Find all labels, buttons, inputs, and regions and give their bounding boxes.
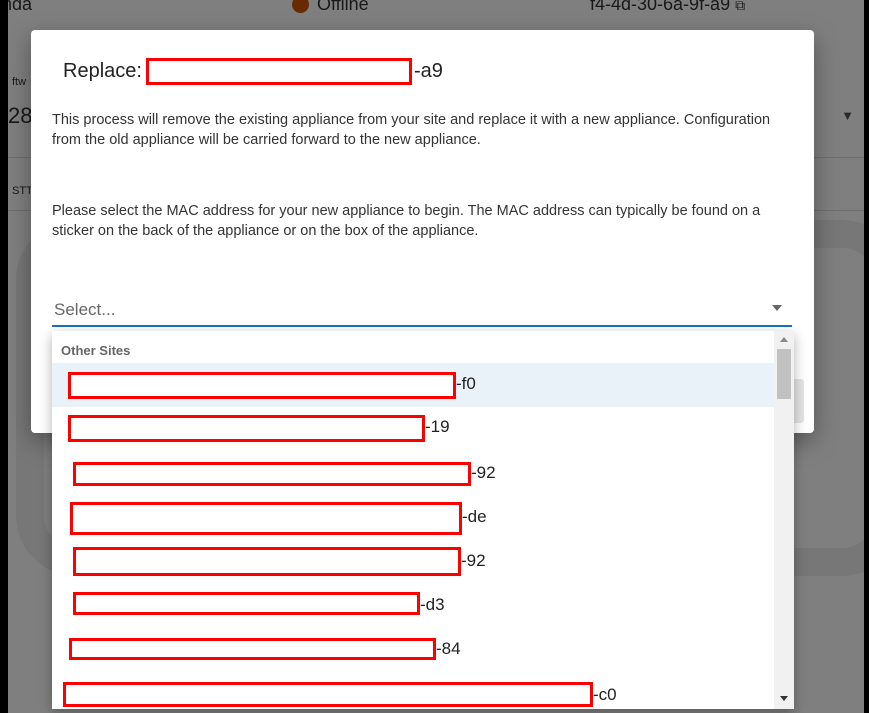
option-group-label: Other Sites [61,343,131,358]
dialog-title-prefix: Replace: [63,60,142,82]
option-label: -d3 [420,595,445,614]
redaction-box [63,682,593,707]
select-placeholder: Select... [54,300,116,319]
option-label: -84 [436,639,461,658]
option-label: -92 [471,463,496,482]
redaction-box [69,638,436,660]
menu-option[interactable]: -19 [52,407,774,451]
chevron-down-icon[interactable] [772,305,782,311]
menu-option[interactable]: -c0 [52,671,774,709]
dialog-title-suffix: -a9 [413,60,443,82]
mac-address-select[interactable]: Select... [52,297,792,327]
menu-option[interactable]: -92 [52,451,774,495]
menu-scrollbar[interactable] [774,331,794,709]
redaction-box [68,415,425,442]
mac-address-menu: Other Sites -f0 -19 -92 -de -92 -d3 -84 … [52,331,794,709]
redaction-box [145,58,412,85]
dialog-description: This process will remove the existing ap… [52,112,771,148]
scroll-up-icon[interactable] [780,337,788,342]
dialog-instructions: Please select the MAC address for your n… [52,203,761,239]
option-label: -19 [425,417,450,436]
redaction-box [70,502,462,535]
option-label: -de [462,507,487,526]
option-label: -c0 [593,685,617,704]
menu-option[interactable]: -f0 [52,363,774,407]
menu-option[interactable]: -de [52,495,774,539]
redaction-box [73,547,461,576]
redaction-box [73,592,420,615]
option-label: -92 [461,551,486,570]
redaction-box [73,462,471,486]
menu-option[interactable]: -92 [52,539,774,583]
dialog-title: Replace: -a9 [63,58,443,85]
scroll-thumb[interactable] [777,349,791,399]
option-label: -f0 [456,374,476,393]
scroll-down-icon[interactable] [780,696,788,701]
redaction-box [68,372,456,399]
menu-option[interactable]: -84 [52,627,774,671]
menu-option[interactable]: -d3 [52,583,774,627]
